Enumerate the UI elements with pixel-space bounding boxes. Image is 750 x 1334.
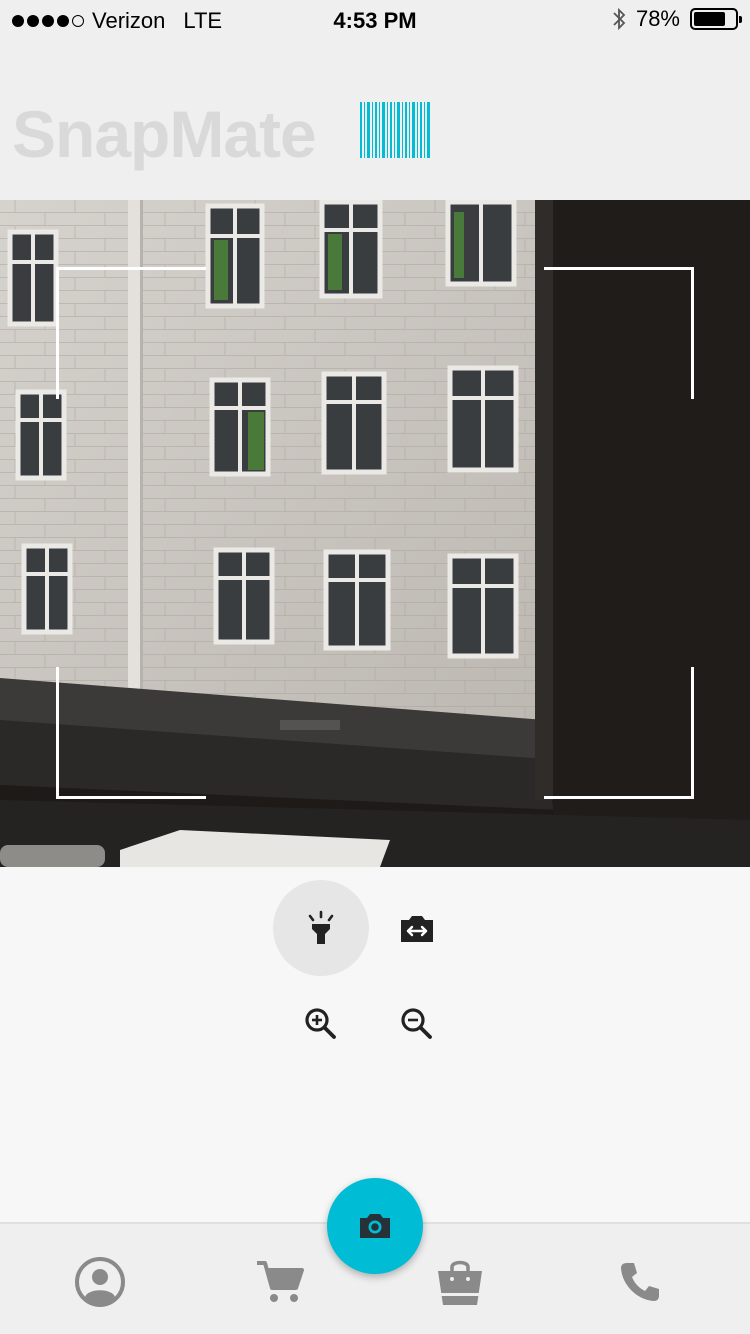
scan-frame-bottom-left [56,667,206,799]
nav-phone-button[interactable] [612,1254,668,1310]
nav-cart-button[interactable] [252,1254,308,1310]
app-title: SnapMate [12,97,317,171]
flashlight-icon [308,910,334,944]
zoom-out-button[interactable] [369,976,465,1072]
barcode-icon [360,102,430,158]
capture-button[interactable] [327,1178,423,1274]
zoom-out-icon [401,1008,432,1039]
battery-fill [694,12,726,26]
app-header: SnapMate [0,40,750,200]
battery-icon [690,8,742,30]
camera-controls [0,867,750,1222]
switch-camera-button[interactable] [369,880,465,976]
account-icon [75,1257,125,1307]
scan-frame-top-right [544,267,694,399]
battery-percent: 78% [635,6,680,31]
zoom-in-button[interactable] [273,976,369,1072]
zoom-in-icon [305,1008,336,1039]
flashlight-button[interactable] [273,880,369,976]
scan-frame-bottom-right [544,667,694,799]
status-bar: Verizon LTE 4:53 PM 78% [0,0,750,40]
status-right: 78% [612,6,742,32]
camera-preview[interactable] [0,200,750,867]
camera-icon [360,1214,390,1238]
bluetooth-icon [613,7,626,31]
switch-camera-icon [401,916,433,942]
scan-frame-top-left [56,267,206,399]
nav-bag-button[interactable] [432,1254,488,1310]
phone-icon [621,1263,659,1301]
nav-profile-button[interactable] [72,1254,128,1310]
shopping-bag-icon [438,1260,482,1305]
cart-icon [257,1261,304,1302]
